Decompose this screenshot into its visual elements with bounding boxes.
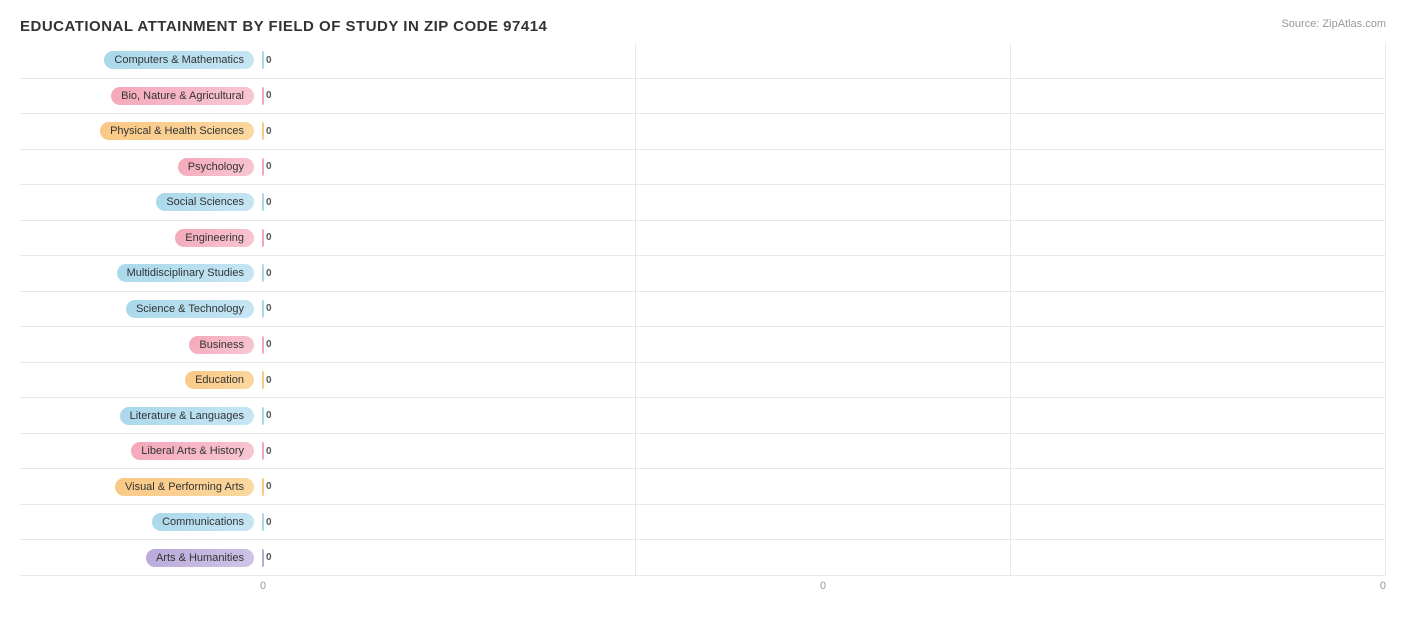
bar-row: Visual & Performing Arts 0 bbox=[20, 469, 1386, 505]
bar-row: Psychology 0 bbox=[20, 150, 1386, 186]
bar-value-area: 0 bbox=[260, 229, 1386, 247]
bar-fill: 0 bbox=[262, 87, 264, 105]
bar-row: Communications 0 bbox=[20, 505, 1386, 541]
chart-container: EDUCATIONAL ATTAINMENT BY FIELD OF STUDY… bbox=[0, 0, 1406, 631]
bar-label: Computers & Mathematics bbox=[104, 51, 254, 69]
bar-fill: 0 bbox=[262, 51, 264, 69]
x-axis: 0 0 0 bbox=[20, 580, 1386, 592]
label-area: Computers & Mathematics bbox=[20, 51, 260, 69]
bar-fill: 0 bbox=[262, 549, 264, 567]
bar-value-label: 0 bbox=[266, 481, 272, 492]
bar-value-area: 0 bbox=[260, 407, 1386, 425]
bar-fill: 0 bbox=[262, 478, 264, 496]
label-area: Psychology bbox=[20, 158, 260, 176]
bar-label: Education bbox=[185, 371, 254, 389]
bar-label: Literature & Languages bbox=[120, 407, 254, 425]
label-area: Physical & Health Sciences bbox=[20, 122, 260, 140]
bar-fill: 0 bbox=[262, 264, 264, 282]
bar-label: Visual & Performing Arts bbox=[115, 478, 254, 496]
chart-source: Source: ZipAtlas.com bbox=[1281, 18, 1386, 30]
bar-value-area: 0 bbox=[260, 442, 1386, 460]
label-area: Visual & Performing Arts bbox=[20, 478, 260, 496]
label-area: Business bbox=[20, 336, 260, 354]
bar-row: Liberal Arts & History 0 bbox=[20, 434, 1386, 470]
bar-value-label: 0 bbox=[266, 410, 272, 421]
bar-row: Social Sciences 0 bbox=[20, 185, 1386, 221]
label-area: Multidisciplinary Studies bbox=[20, 264, 260, 282]
bar-row: Arts & Humanities 0 bbox=[20, 540, 1386, 576]
bar-value-area: 0 bbox=[260, 87, 1386, 105]
label-area: Liberal Arts & History bbox=[20, 442, 260, 460]
bar-value-label: 0 bbox=[266, 268, 272, 279]
bar-value-area: 0 bbox=[260, 264, 1386, 282]
bar-label: Engineering bbox=[175, 229, 254, 247]
bar-label: Liberal Arts & History bbox=[131, 442, 254, 460]
bars-section: Computers & Mathematics0Bio, Nature & Ag… bbox=[20, 43, 1386, 576]
bar-value-area: 0 bbox=[260, 193, 1386, 211]
label-area: Bio, Nature & Agricultural bbox=[20, 87, 260, 105]
bar-row: Science & Technology 0 bbox=[20, 292, 1386, 328]
label-area: Education bbox=[20, 371, 260, 389]
bar-fill: 0 bbox=[262, 193, 264, 211]
bar-value-area: 0 bbox=[260, 478, 1386, 496]
bar-fill: 0 bbox=[262, 229, 264, 247]
bar-row: Education 0 bbox=[20, 363, 1386, 399]
bar-value-area: 0 bbox=[260, 371, 1386, 389]
bar-fill: 0 bbox=[262, 122, 264, 140]
bar-value-label: 0 bbox=[266, 339, 272, 350]
label-area: Arts & Humanities bbox=[20, 549, 260, 567]
bar-value-label: 0 bbox=[266, 446, 272, 457]
chart-title: EDUCATIONAL ATTAINMENT BY FIELD OF STUDY… bbox=[20, 18, 1386, 35]
bar-row: Engineering 0 bbox=[20, 221, 1386, 257]
bar-row: Physical & Health Sciences 0 bbox=[20, 114, 1386, 150]
bar-value-label: 0 bbox=[266, 197, 272, 208]
label-area: Social Sciences bbox=[20, 193, 260, 211]
bar-label: Science & Technology bbox=[126, 300, 254, 318]
bar-fill: 0 bbox=[262, 407, 264, 425]
x-label-0: 0 bbox=[260, 580, 266, 592]
bar-row: Bio, Nature & Agricultural 0 bbox=[20, 79, 1386, 115]
bar-value-label: 0 bbox=[266, 90, 272, 101]
bar-row: Literature & Languages 0 bbox=[20, 398, 1386, 434]
bar-value-area: 0 bbox=[260, 300, 1386, 318]
bar-value-label: 0 bbox=[266, 552, 272, 563]
label-area: Literature & Languages bbox=[20, 407, 260, 425]
label-area: Science & Technology bbox=[20, 300, 260, 318]
bar-fill: 0 bbox=[262, 336, 264, 354]
bar-fill: 0 bbox=[262, 371, 264, 389]
bar-fill: 0 bbox=[262, 158, 264, 176]
bar-value-label: 0 bbox=[266, 232, 272, 243]
x-label-2: 0 bbox=[1380, 580, 1386, 592]
chart-area: Computers & Mathematics0Bio, Nature & Ag… bbox=[20, 43, 1386, 576]
label-area: Engineering bbox=[20, 229, 260, 247]
bar-value-area: 0 bbox=[260, 549, 1386, 567]
bar-row: Business 0 bbox=[20, 327, 1386, 363]
bar-value-area: 0 bbox=[260, 51, 1386, 69]
bar-value-label: 0 bbox=[266, 55, 272, 66]
bar-value-area: 0 bbox=[260, 122, 1386, 140]
bar-label: Business bbox=[189, 336, 254, 354]
x-label-1: 0 bbox=[820, 580, 826, 592]
bar-label: Psychology bbox=[178, 158, 254, 176]
bar-label: Multidisciplinary Studies bbox=[117, 264, 254, 282]
bar-row: Multidisciplinary Studies 0 bbox=[20, 256, 1386, 292]
bar-value-label: 0 bbox=[266, 517, 272, 528]
bar-value-area: 0 bbox=[260, 513, 1386, 531]
bar-fill: 0 bbox=[262, 300, 264, 318]
bar-value-label: 0 bbox=[266, 126, 272, 137]
bar-label: Arts & Humanities bbox=[146, 549, 254, 567]
bar-label: Bio, Nature & Agricultural bbox=[111, 87, 254, 105]
bar-label: Social Sciences bbox=[156, 193, 254, 211]
bar-value-label: 0 bbox=[266, 375, 272, 386]
bar-value-label: 0 bbox=[266, 161, 272, 172]
bar-fill: 0 bbox=[262, 513, 264, 531]
bar-row: Computers & Mathematics 0 bbox=[20, 43, 1386, 79]
bar-value-area: 0 bbox=[260, 158, 1386, 176]
bar-label: Communications bbox=[152, 513, 254, 531]
bar-value-area: 0 bbox=[260, 336, 1386, 354]
bar-fill: 0 bbox=[262, 442, 264, 460]
bar-label: Physical & Health Sciences bbox=[100, 122, 254, 140]
label-area: Communications bbox=[20, 513, 260, 531]
bar-value-label: 0 bbox=[266, 303, 272, 314]
